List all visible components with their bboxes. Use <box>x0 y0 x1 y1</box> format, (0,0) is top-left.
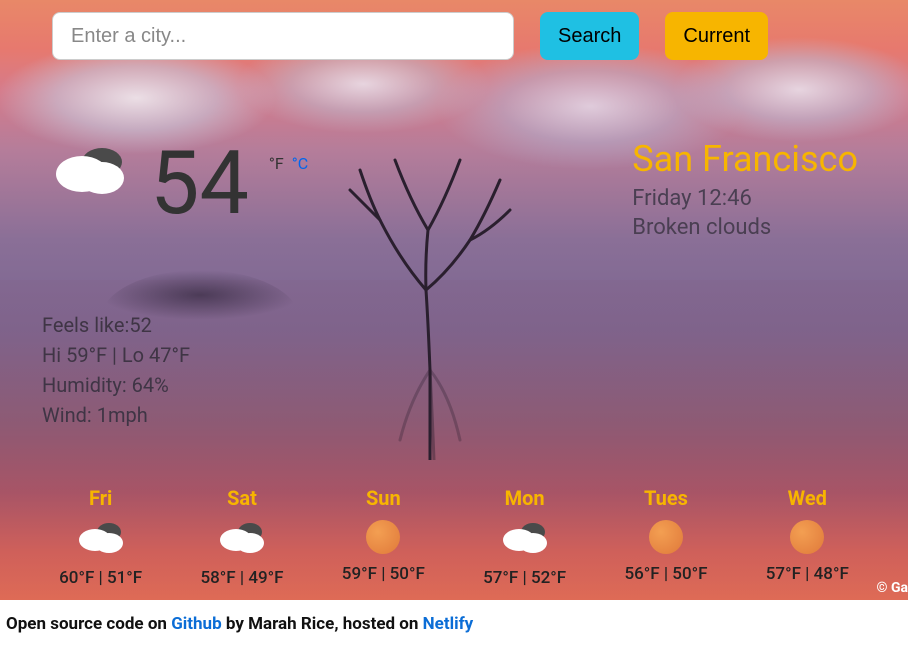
city-name: San Francisco <box>632 140 858 180</box>
current-location-button[interactable]: Current <box>665 12 768 60</box>
feels-like: Feels like:52 <box>42 310 190 340</box>
broken-clouds-icon <box>501 518 549 560</box>
forecast-day-label: Mon <box>505 486 545 510</box>
forecast-day-mon: Mon 57°F | 52°F <box>483 486 566 588</box>
hi-lo: Hi 59°F | Lo 47°F <box>42 340 190 370</box>
netlify-link[interactable]: Netlify <box>423 614 474 634</box>
forecast-day-wed: Wed 57°F | 48°F <box>766 486 849 588</box>
feels-like-label: Feels like: <box>42 313 129 337</box>
image-credit: © Ga <box>876 580 908 596</box>
weather-details: Feels like:52 Hi 59°F | Lo 47°F Humidity… <box>42 310 190 430</box>
unit-toggle: °F °C <box>269 154 308 173</box>
forecast-day-sat: Sat 58°F | 49°F <box>200 486 283 588</box>
search-button[interactable]: Search <box>540 12 639 60</box>
forecast-temps: 57°F | 48°F <box>766 564 849 584</box>
github-link[interactable]: Github <box>171 614 221 634</box>
weather-condition: Broken clouds <box>632 215 858 240</box>
sun-icon <box>790 518 824 556</box>
wind: Wind: 1mph <box>42 400 190 430</box>
unit-fahrenheit[interactable]: °F <box>269 154 284 173</box>
forecast-temps: 57°F | 52°F <box>483 568 566 588</box>
humidity: Humidity: 64% <box>42 370 190 400</box>
forecast-day-label: Fri <box>89 486 112 510</box>
forecast-day-label: Sun <box>366 486 401 510</box>
forecast-day-tues: Tues 56°F | 50°F <box>624 486 707 588</box>
footer-middle: by Marah Rice, hosted on <box>222 614 423 634</box>
forecast-temps: 56°F | 50°F <box>624 564 707 584</box>
current-temperature-block: 54 °F °C <box>52 140 308 228</box>
city-input[interactable] <box>52 12 514 60</box>
forecast-day-label: Tues <box>644 486 688 510</box>
footer: Open source code on Github by Marah Rice… <box>0 600 908 634</box>
unit-celsius[interactable]: °C <box>292 154 308 173</box>
weather-hero: Search Current 54 °F °C San Francisco Fr… <box>0 0 908 600</box>
forecast-row: Fri 60°F | 51°F Sat 58°F | 49°F Sun 59°F | … <box>0 486 908 588</box>
forecast-temps: 60°F | 51°F <box>59 568 142 588</box>
forecast-day-sun: Sun 59°F | 50°F <box>342 486 425 588</box>
forecast-day-fri: Fri 60°F | 51°F <box>59 486 142 588</box>
broken-clouds-icon <box>218 518 266 560</box>
broken-clouds-icon <box>52 140 130 204</box>
feels-like-value: 52 <box>129 313 151 337</box>
forecast-temps: 59°F | 50°F <box>342 564 425 584</box>
temperature-value: 54 <box>150 140 249 228</box>
forecast-day-label: Wed <box>788 486 827 510</box>
city-info: San Francisco Friday 12:46 Broken clouds <box>632 140 858 240</box>
footer-prefix: Open source code on <box>6 614 171 634</box>
background-tree <box>340 120 520 460</box>
sun-icon <box>649 518 683 556</box>
forecast-temps: 58°F | 49°F <box>200 568 283 588</box>
date-time: Friday 12:46 <box>632 186 858 211</box>
search-bar: Search Current <box>52 12 768 60</box>
broken-clouds-icon <box>77 518 125 560</box>
sun-icon <box>366 518 400 556</box>
forecast-day-label: Sat <box>227 486 257 510</box>
